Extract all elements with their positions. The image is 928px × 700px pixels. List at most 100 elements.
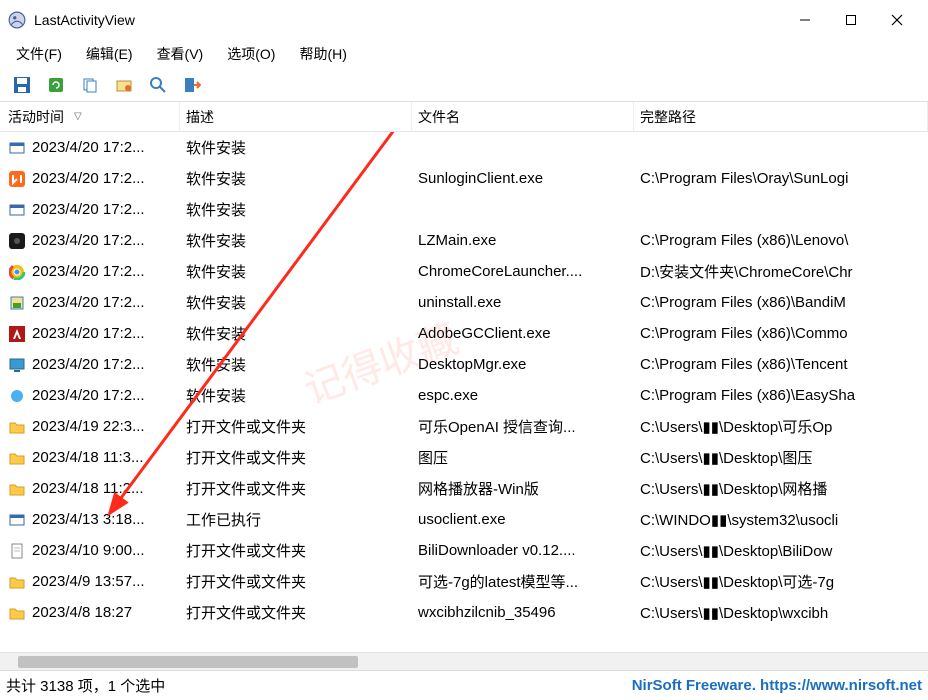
table-row[interactable]: 2023/4/20 17:2... 软件安装DesktopMgr.exeC:\Pr… [0,349,928,380]
table-row[interactable]: 2023/4/20 17:2... 软件安装ChromeCoreLauncher.… [0,256,928,287]
row-desc: 工作已执行 [180,509,412,530]
row-desc: 打开文件或文件夹 [180,416,412,437]
row-file: 可乐OpenAI 授信查询... [412,416,634,437]
row-icon [8,201,26,219]
row-icon [8,325,26,343]
column-path[interactable]: 完整路径 [634,102,928,131]
table-row[interactable]: 2023/4/20 17:2... 软件安装 [0,194,928,225]
row-path: C:\Users\▮▮\Desktop\可选-7g [634,571,928,592]
row-path: C:\Users\▮▮\Desktop\图压 [634,447,928,468]
menu-options[interactable]: 选项(O) [219,42,283,66]
row-desc: 软件安装 [180,385,412,406]
row-icon [8,511,26,529]
table-row[interactable]: 2023/4/20 17:2...软件安装uninstall.exeC:\Pro… [0,287,928,318]
row-icon [8,294,26,312]
row-time: 2023/4/20 17:2... [32,356,145,373]
row-file: AdobeGCClient.exe [412,325,634,342]
table-row[interactable]: 2023/4/20 17:2... 软件安装espc.exeC:\Program … [0,380,928,411]
row-path: C:\Users\▮▮\Desktop\wxcibh [634,604,928,622]
row-desc: 软件安装 [180,199,412,220]
row-time: 2023/4/18 11:3... [32,449,143,466]
row-desc: 打开文件或文件夹 [180,602,412,623]
window-title: LastActivityView [34,12,782,28]
row-desc: 打开文件或文件夹 [180,571,412,592]
table-row[interactable]: 2023/4/18 11:3...打开文件或文件夹图压C:\Users\▮▮\D… [0,442,928,473]
status-credit: NirSoft Freeware. https://www.nirsoft.ne… [632,677,922,694]
menubar: 文件(F) 编辑(E) 查看(V) 选项(O) 帮助(H) [0,40,928,68]
app-icon [8,11,26,29]
table-row[interactable]: 2023/4/20 17:2...软件安装LZMain.exeC:\Progra… [0,225,928,256]
column-desc-label: 描述 [186,107,214,127]
row-file: espc.exe [412,387,634,404]
menu-file[interactable]: 文件(F) [8,42,70,66]
menu-edit[interactable]: 编辑(E) [78,42,141,66]
row-file: SunloginClient.exe [412,170,634,187]
row-desc: 软件安装 [180,168,412,189]
copy-icon[interactable] [78,74,102,96]
exit-icon[interactable] [180,74,204,96]
status-count: 共计 3138 项，1 个选中 [6,675,632,696]
row-path: C:\Users\▮▮\Desktop\BiliDow [634,542,928,560]
row-file: DesktopMgr.exe [412,356,634,373]
row-desc: 软件安装 [180,230,412,251]
row-path: C:\Program Files (x86)\EasySha [634,387,928,404]
table-row[interactable]: 2023/4/20 17:2...软件安装 [0,132,928,163]
column-time[interactable]: 活动时间 ▽ [0,102,180,131]
refresh-icon[interactable] [44,74,68,96]
row-path: D:\安装文件夹\ChromeCore\Chr [634,261,928,282]
column-headers: 活动时间 ▽ 描述 文件名 完整路径 [0,102,928,132]
row-icon [8,604,26,622]
minimize-button[interactable] [782,0,828,40]
row-path: C:\Program Files\Oray\SunLogi [634,170,928,187]
table-row[interactable]: 2023/4/18 11:2...打开文件或文件夹网格播放器-Win版C:\Us… [0,473,928,504]
properties-icon[interactable] [112,74,136,96]
row-desc: 软件安装 [180,261,412,282]
row-file: ChromeCoreLauncher.... [412,263,634,280]
horizontal-scrollbar[interactable] [0,652,928,670]
table-row[interactable]: 2023/4/10 9:00...打开文件或文件夹BiliDownloader … [0,535,928,566]
row-time: 2023/4/8 18:27 [32,604,132,621]
row-time: 2023/4/20 17:2... [32,139,145,156]
close-button[interactable] [874,0,920,40]
row-time: 2023/4/20 17:2... [32,294,145,311]
row-path: C:\Program Files (x86)\Commo [634,325,928,342]
row-file: LZMain.exe [412,232,634,249]
column-file[interactable]: 文件名 [412,102,634,131]
row-icon [8,573,26,591]
row-time: 2023/4/20 17:2... [32,263,145,280]
toolbar [0,68,928,102]
maximize-button[interactable] [828,0,874,40]
row-desc: 打开文件或文件夹 [180,478,412,499]
scrollbar-thumb[interactable] [18,656,358,668]
row-icon [8,418,26,436]
menu-view[interactable]: 查看(V) [149,42,212,66]
row-time: 2023/4/20 17:2... [32,201,145,218]
table-row[interactable]: 2023/4/20 17:2...软件安装AdobeGCClient.exeC:… [0,318,928,349]
row-time: 2023/4/10 9:00... [32,542,145,559]
row-desc: 软件安装 [180,354,412,375]
row-path: C:\Users\▮▮\Desktop\可乐Op [634,416,928,437]
row-file: usoclient.exe [412,511,634,528]
table-row[interactable]: 2023/4/19 22:3... 打开文件或文件夹可乐OpenAI 授信查询..… [0,411,928,442]
sort-desc-icon: ▽ [74,111,82,122]
row-desc: 打开文件或文件夹 [180,447,412,468]
menu-help[interactable]: 帮助(H) [291,42,354,66]
find-icon[interactable] [146,74,170,96]
column-desc[interactable]: 描述 [180,102,412,131]
list-view[interactable]: 记得收藏 2023/4/20 17:2...软件安装2023/4/20 17:2… [0,132,928,652]
row-icon [8,449,26,467]
column-path-label: 完整路径 [640,107,696,127]
row-time: 2023/4/20 17:2... [32,170,145,187]
row-icon [8,387,26,405]
row-path: C:\Program Files (x86)\Lenovo\ [634,232,928,249]
table-row[interactable]: 2023/4/20 17:2... 软件安装SunloginClient.exeC… [0,163,928,194]
row-time: 2023/4/20 17:2... [32,387,145,404]
save-icon[interactable] [10,74,34,96]
table-row[interactable]: 2023/4/9 13:57...打开文件或文件夹可选-7g的latest模型等… [0,566,928,597]
table-row[interactable]: 2023/4/8 18:27打开文件或文件夹wxcibhzilcnib_3549… [0,597,928,628]
row-path: C:\Program Files (x86)\Tencent [634,356,928,373]
table-row[interactable]: 2023/4/13 3:18...工作已执行usoclient.exeC:\WI… [0,504,928,535]
row-time: 2023/4/19 22:3... [32,418,145,435]
row-icon [8,480,26,498]
row-desc: 打开文件或文件夹 [180,540,412,561]
